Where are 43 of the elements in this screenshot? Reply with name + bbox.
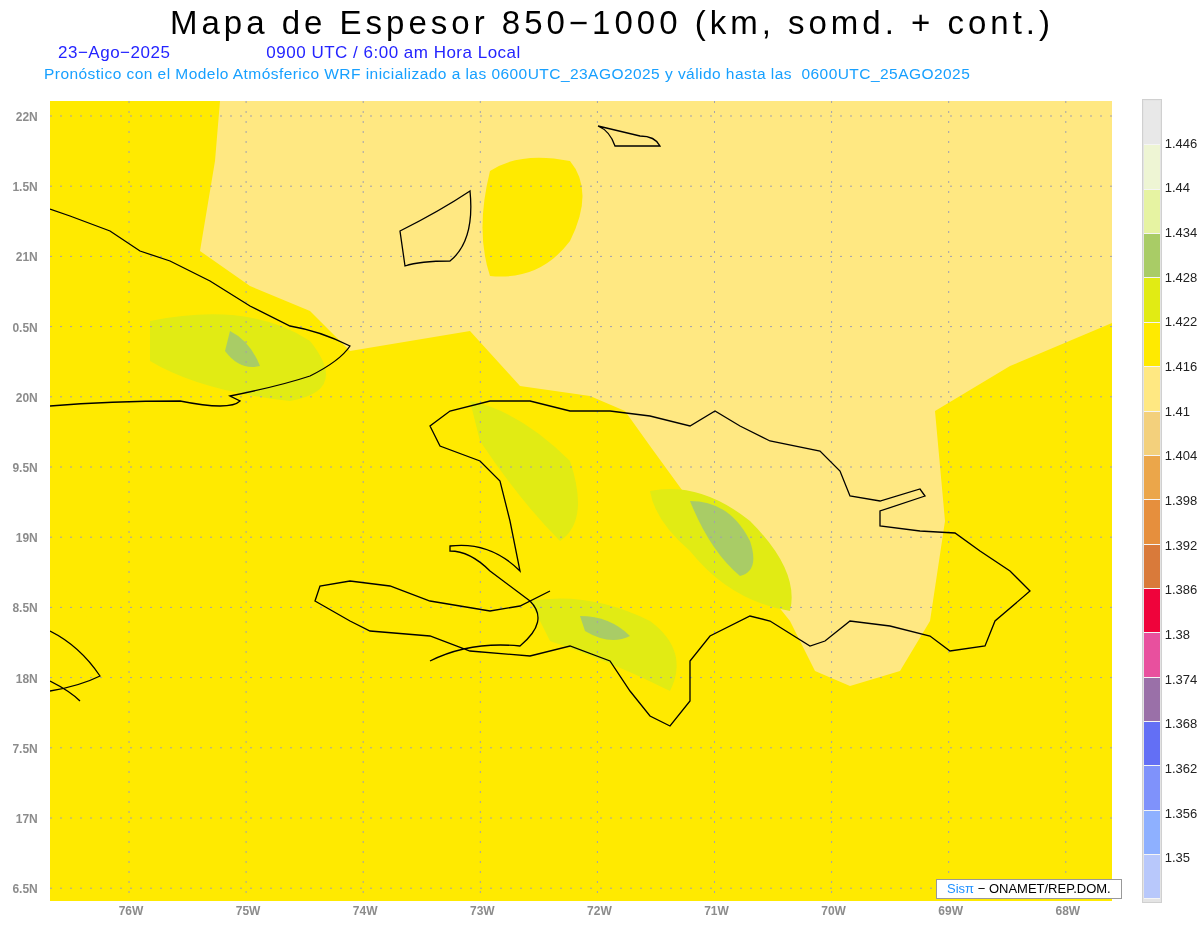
colorbar-label: 1.374 <box>1164 672 1198 687</box>
credit-label: Sisπ − ONAMET/REP.DOM. <box>936 879 1122 899</box>
colorbar-label: 1.41 <box>1164 404 1191 419</box>
longitude-label: 68W <box>1054 904 1082 918</box>
colorbar-label: 1.398 <box>1164 494 1198 508</box>
map-title: Mapa de Espesor 850−1000 (km, somd. + cont.) <box>168 3 1056 43</box>
latitude-label: 1.5N <box>12 180 38 195</box>
latitude-label: 17N <box>15 812 38 826</box>
colorbar-label: 1.35 <box>1164 851 1191 866</box>
latitude-label: 19N <box>15 531 38 546</box>
colorbar-label: 1.416 <box>1164 360 1198 374</box>
longitude-label: 69W <box>937 904 965 918</box>
longitude-label: 70W <box>820 904 847 918</box>
longitude-label: 72W <box>586 904 613 918</box>
latitude-label: 7.5N <box>12 741 38 756</box>
latitude-label: 20N <box>15 390 38 405</box>
latitude-label: 18N <box>15 671 38 686</box>
forecast-time: 0900 UTC / 6:00 am Hora Local <box>266 43 521 63</box>
colorbar-label: 1.434 <box>1164 226 1198 240</box>
longitude-label: 75W <box>234 904 262 918</box>
colorbar-label: 1.386 <box>1164 583 1198 598</box>
colorbar-label: 1.404 <box>1164 449 1198 464</box>
forecast-date: 23−Ago−2025 <box>58 43 171 63</box>
colorbar-label: 1.428 <box>1164 270 1198 285</box>
forecast-subtitle: Pronóstico con el Modelo Atmósferico WRF inicializado a las 0600UTC_23AGO2025 y válido hasta las 0600UTC_25AGO2025 <box>44 64 972 84</box>
latitude-label: 9.5N <box>12 461 38 475</box>
colorbar-label: 1.362 <box>1164 762 1198 776</box>
longitude-label: 74W <box>351 904 379 918</box>
latitude-label: 22N <box>15 110 38 124</box>
latitude-label: 21N <box>15 250 38 265</box>
latitude-label: 6.5N <box>12 882 38 897</box>
latitude-label: 8.5N <box>12 601 38 616</box>
colorbar-label: 1.368 <box>1164 717 1198 732</box>
longitude-label: 73W <box>468 904 496 918</box>
colorbar-label: 1.44 <box>1164 181 1191 196</box>
colorbar-label: 1.392 <box>1164 538 1198 553</box>
colorbar-label: 1.422 <box>1164 315 1198 330</box>
longitude-label: 76W <box>117 904 145 918</box>
longitude-label: 71W <box>703 904 730 918</box>
colorbar-label: 1.356 <box>1164 806 1198 821</box>
colorbar-label: 1.38 <box>1164 628 1191 642</box>
colorbar-label: 1.446 <box>1164 136 1198 151</box>
latitude-label: 0.5N <box>12 320 38 335</box>
